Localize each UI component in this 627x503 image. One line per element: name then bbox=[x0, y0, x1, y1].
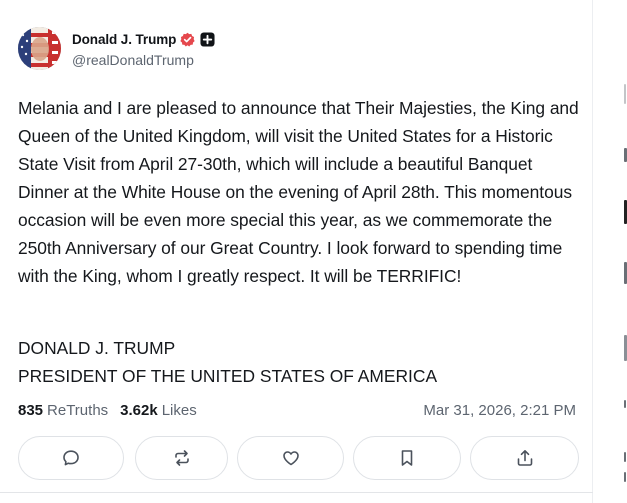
post-stats: 835 ReTruths 3.62k Likes Mar 31, 2026, 2… bbox=[18, 400, 576, 420]
signature-title: PRESIDENT OF THE UNITED STATES OF AMERIC… bbox=[18, 366, 438, 386]
reply-icon bbox=[63, 450, 79, 466]
avatar[interactable] bbox=[18, 27, 61, 70]
post-card: Donald J. Trump @realDonaldTrump Melania… bbox=[0, 0, 593, 503]
post-timestamp[interactable]: Mar 31, 2026, 2:21 PM bbox=[423, 402, 576, 419]
handle[interactable]: @realDonaldTrump bbox=[72, 52, 215, 68]
retruths-label[interactable]: ReTruths bbox=[47, 402, 108, 419]
side-mark bbox=[624, 84, 626, 104]
share-icon bbox=[517, 450, 532, 466]
retruth-icon bbox=[174, 450, 189, 466]
post-body: Melania and I are pleased to announce th… bbox=[18, 98, 579, 286]
post-author: Donald J. Trump @realDonaldTrump bbox=[72, 30, 215, 68]
retruths-count[interactable]: 835 bbox=[18, 402, 43, 419]
likes-count[interactable]: 3.62k bbox=[120, 402, 158, 419]
post-bottom-divider bbox=[0, 492, 593, 503]
bookmark-icon bbox=[401, 450, 413, 466]
display-name[interactable]: Donald J. Trump bbox=[72, 32, 176, 47]
side-mark bbox=[624, 472, 626, 482]
like-button[interactable] bbox=[237, 436, 344, 480]
like-icon bbox=[282, 451, 299, 466]
bookmark-button[interactable] bbox=[353, 436, 461, 480]
side-mark bbox=[624, 452, 626, 462]
likes-label[interactable]: Likes bbox=[162, 402, 197, 419]
author-name-row: Donald J. Trump bbox=[72, 30, 215, 48]
side-mark bbox=[624, 400, 626, 408]
page: Donald J. Trump @realDonaldTrump Melania… bbox=[0, 0, 627, 503]
avatar-image bbox=[18, 27, 61, 70]
share-button[interactable] bbox=[470, 436, 579, 480]
post-signature: DONALD J. TRUMP PRESIDENT OF THE UNITED … bbox=[18, 334, 583, 390]
reply-button[interactable] bbox=[18, 436, 124, 480]
right-column-edge bbox=[594, 0, 627, 503]
verified-badge-icon bbox=[180, 32, 195, 47]
plus-badge-icon bbox=[200, 31, 215, 47]
retruth-button[interactable] bbox=[135, 436, 228, 480]
signature-name: DONALD J. TRUMP bbox=[18, 338, 176, 358]
